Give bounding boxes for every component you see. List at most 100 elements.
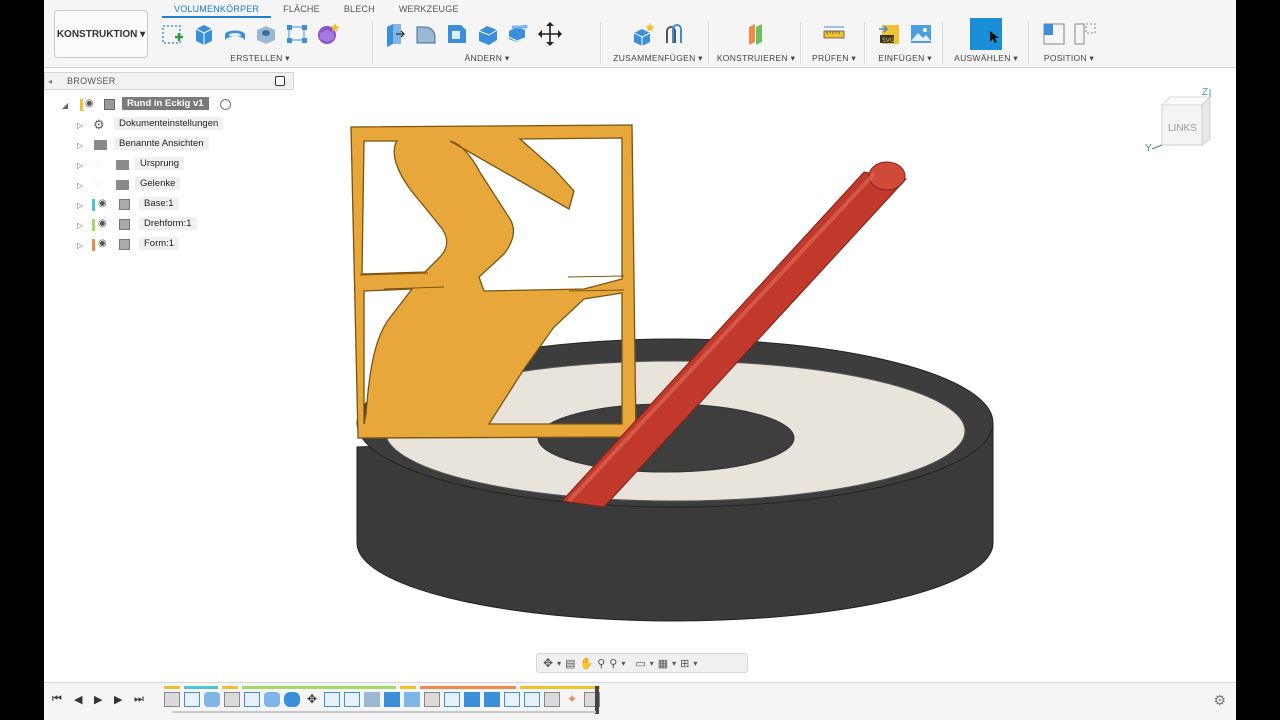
timeline-step-sketch[interactable] [444, 692, 460, 707]
chevron-down-icon[interactable]: ▾ [672, 659, 676, 668]
combine-icon[interactable] [506, 21, 532, 47]
extrude-icon[interactable] [191, 21, 217, 47]
pattern-icon[interactable] [284, 21, 310, 47]
timeline-step-sketch[interactable] [184, 692, 200, 707]
tab-werkzeuge[interactable]: WERKZEUGE [387, 0, 471, 18]
insert-image-icon[interactable] [908, 21, 934, 47]
tree-item-dokumenteinstellungen[interactable]: ▷ ⚙ Dokumenteinstellungen [44, 115, 294, 135]
tree-item-gelenke[interactable]: ▷ ◌ Gelenke [44, 175, 294, 195]
browser-panel-header[interactable]: ◂ BROWSER [44, 72, 294, 90]
tab-flaeche[interactable]: FLÄCHE [271, 0, 332, 18]
timeline-step-sketch[interactable] [344, 692, 360, 707]
shell-icon[interactable] [475, 21, 501, 47]
visibility-eye-icon[interactable]: ◉ [98, 218, 107, 229]
group-label-konstruieren[interactable]: KONSTRUIEREN ▾ [716, 53, 796, 64]
group-label-erstellen[interactable]: ERSTELLEN ▾ [160, 53, 360, 64]
display-settings-icon[interactable]: ▭ [635, 657, 645, 670]
zoom-icon[interactable]: ⚲ [597, 657, 605, 670]
look-at-icon[interactable]: ▤ [565, 657, 575, 670]
pan-hand-icon[interactable]: ✋ [579, 657, 593, 670]
new-sketch-icon[interactable] [160, 21, 186, 47]
group-label-pruefen[interactable]: PRÜFEN ▾ [804, 53, 864, 64]
timeline-step-combine[interactable] [404, 692, 420, 707]
tree-item-ursprung[interactable]: ▷ ◌ Ursprung [44, 155, 294, 175]
press-pull-icon[interactable] [382, 21, 408, 47]
collapse-arrow-icon[interactable]: ◂ [48, 77, 52, 86]
viewcube[interactable]: LINKS Z Y [1145, 87, 1212, 154]
revert-position-icon[interactable] [1072, 21, 1098, 47]
new-component-icon[interactable] [630, 21, 656, 47]
timeline-step-sketch[interactable] [524, 692, 540, 707]
visibility-eye-icon[interactable]: ◉ [85, 98, 94, 109]
timeline-step-component[interactable] [164, 692, 180, 707]
expand-toggle-icon[interactable]: ▷ [77, 221, 83, 230]
viewports-icon[interactable]: ⊞ [680, 657, 689, 670]
step-back-icon[interactable]: ◀ [74, 693, 82, 706]
expand-toggle-icon[interactable]: ◢ [62, 101, 68, 110]
chevron-down-icon[interactable]: ▾ [621, 659, 625, 668]
tree-root-row[interactable]: ◢ ◉ Rund in Eckig v1 [44, 95, 294, 115]
tree-item-form[interactable]: ▷ ◉ Form:1 [44, 235, 294, 255]
timeline-settings-gear-icon[interactable]: ⚙ [1213, 692, 1226, 709]
visibility-eye-icon[interactable]: ◉ [98, 238, 107, 249]
revolve-icon[interactable] [222, 21, 248, 47]
go-to-end-icon[interactable]: ⏭ [134, 693, 144, 706]
zoom-window-icon[interactable]: ⚲ [609, 657, 617, 670]
group-label-auswaehlen[interactable]: AUSWÄHLEN ▾ [948, 53, 1024, 64]
tab-volumenkoerper[interactable]: VOLUMENKÖRPER [162, 0, 272, 18]
visibility-eye-icon[interactable]: ◉ [98, 198, 107, 209]
timeline-step-sketch[interactable] [504, 692, 520, 707]
chevron-down-icon[interactable]: ▾ [650, 659, 654, 668]
chamfer-icon[interactable] [444, 21, 470, 47]
workspace-switcher[interactable]: KONSTRUKTION ▾ [54, 10, 148, 58]
offset-plane-icon[interactable] [743, 21, 769, 47]
timeline-step-move[interactable]: ✥ [304, 692, 320, 707]
timeline-step-revolve[interactable] [204, 692, 220, 707]
chevron-down-icon[interactable]: ▾ [693, 659, 697, 668]
timeline-step-sketch[interactable] [244, 692, 260, 707]
timeline-marker[interactable] [595, 686, 599, 714]
expand-toggle-icon[interactable]: ▷ [77, 201, 83, 210]
play-icon[interactable]: ▶ [94, 693, 102, 706]
capture-position-icon[interactable] [1041, 21, 1067, 47]
timeline-step-extrude[interactable] [384, 692, 400, 707]
expand-toggle-icon[interactable]: ▷ [77, 181, 83, 190]
group-label-einfuegen[interactable]: EINFÜGEN ▾ [868, 53, 942, 64]
timeline-step-sketch[interactable] [324, 692, 340, 707]
expand-toggle-icon[interactable]: ▷ [77, 241, 83, 250]
timeline-step-joint-pin-icon[interactable]: ✦ [564, 692, 580, 707]
expand-toggle-icon[interactable]: ▷ [77, 161, 83, 170]
chevron-down-icon[interactable]: ▾ [557, 659, 561, 668]
expand-toggle-icon[interactable]: ▷ [77, 141, 83, 150]
group-label-zusammenfuegen[interactable]: ZUSAMMENFÜGEN ▾ [608, 53, 708, 64]
timeline-step-component[interactable] [224, 692, 240, 707]
tree-item-drehform[interactable]: ▷ ◉ Drehform:1 [44, 215, 294, 235]
timeline-step-revolve[interactable] [264, 692, 280, 707]
browser-pin-icon[interactable] [275, 76, 285, 86]
hidden-eye-icon[interactable]: ◌ [95, 158, 101, 169]
move-icon[interactable] [537, 21, 563, 47]
timeline-step-component[interactable] [424, 692, 440, 707]
group-label-position[interactable]: POSITION ▾ [1034, 53, 1104, 64]
tree-root-label[interactable]: Rund in Eckig v1 [122, 97, 209, 110]
orbit-icon[interactable]: ✥ [543, 656, 553, 670]
fillet-icon[interactable] [413, 21, 439, 47]
activate-radio-icon[interactable] [220, 99, 231, 110]
expand-toggle-icon[interactable]: ▷ [77, 121, 83, 130]
tree-item-benannte-ansichten[interactable]: ▷ Benannte Ansichten [44, 135, 294, 155]
timeline-step-component[interactable] [544, 692, 560, 707]
insert-svg-icon[interactable]: SVG [877, 21, 903, 47]
timeline-step-extrude[interactable] [484, 692, 500, 707]
timeline-step-fillet[interactable] [364, 692, 380, 707]
group-label-aendern[interactable]: ÄNDERN ▾ [382, 53, 592, 64]
timeline-step-extrude[interactable] [284, 692, 300, 707]
step-forward-icon[interactable]: ▶ [114, 693, 122, 706]
tab-blech[interactable]: BLECH [332, 0, 387, 18]
tree-item-base[interactable]: ▷ ◉ Base:1 [44, 195, 294, 215]
go-to-start-icon[interactable]: ⏮ [52, 693, 62, 706]
hole-icon[interactable] [253, 21, 279, 47]
grid-settings-icon[interactable]: ▦ [658, 657, 668, 670]
timeline-step-extrude[interactable] [464, 692, 480, 707]
hidden-eye-icon[interactable]: ◌ [95, 178, 101, 189]
form-icon[interactable] [315, 21, 341, 47]
